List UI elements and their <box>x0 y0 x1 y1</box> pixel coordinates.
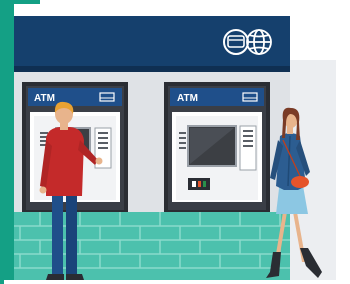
woman-bag <box>291 176 309 188</box>
sign-band-shadow <box>14 66 290 72</box>
teal-left-bar <box>4 4 14 280</box>
man-shirt <box>46 127 84 196</box>
atm-left-label: ATM <box>34 93 55 104</box>
atm-street-scene: ATM ATM <box>0 0 350 284</box>
atm-right-keypad <box>239 125 257 171</box>
man-leg-left <box>52 188 63 274</box>
man-leg-right <box>66 188 77 274</box>
atm-right: ATM <box>164 82 270 212</box>
atm-right-label: ATM <box>177 93 198 104</box>
card-icon <box>227 35 245 48</box>
